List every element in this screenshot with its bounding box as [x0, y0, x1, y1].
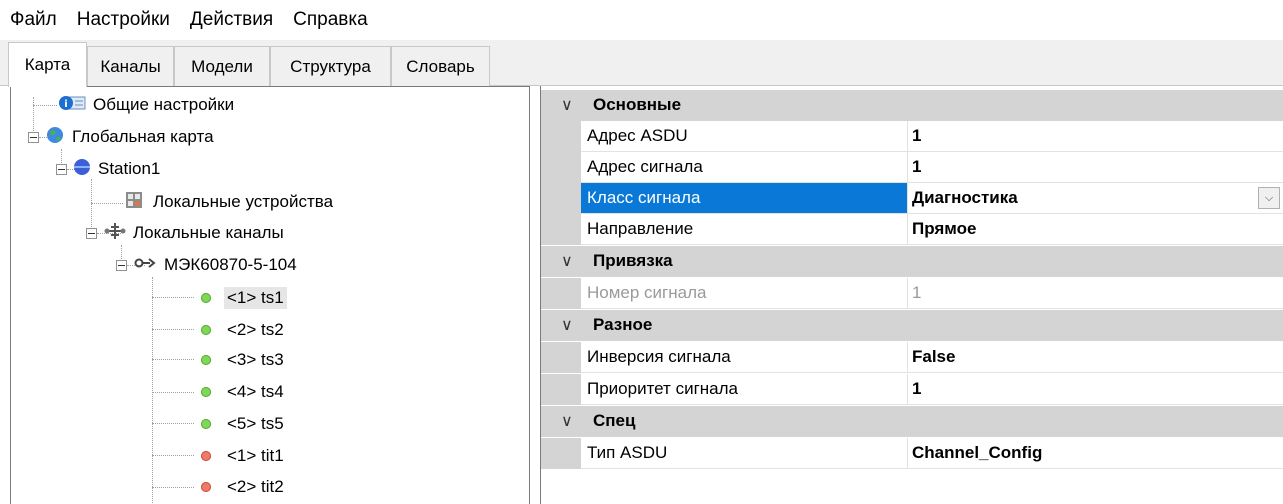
station-sphere-icon: [72, 157, 92, 182]
status-ok-icon: [201, 419, 211, 429]
property-name: Тип ASDU: [581, 438, 908, 469]
property-value[interactable]: 1: [908, 374, 1283, 405]
property-name: Адрес сигнала: [581, 152, 908, 183]
property-name: Направление: [581, 214, 908, 245]
tree-connector: [152, 487, 194, 488]
status-error-icon: [201, 482, 211, 492]
tree-item-signal[interactable]: <2> tit2: [201, 472, 284, 502]
property-name: Приоритет сигнала: [581, 374, 908, 405]
collapse-station-button[interactable]: [56, 164, 67, 175]
property-value[interactable]: False: [908, 342, 1283, 373]
chevron-down-icon[interactable]: ∨: [561, 315, 573, 335]
property-grid[interactable]: ∨ Основные Адрес ASDU 1 Адрес сигнала 1 …: [540, 86, 1283, 504]
property-value[interactable]: Channel_Config: [908, 438, 1283, 469]
tree-connector: [91, 203, 123, 204]
status-ok-icon: [201, 293, 211, 303]
property-row-direction[interactable]: Направление Прямое: [541, 214, 1283, 245]
tree-connector: [152, 392, 194, 393]
property-row-signal-number: Номер сигнала 1: [541, 278, 1283, 309]
property-name: Номер сигнала: [581, 278, 908, 309]
collapse-local-channels-button[interactable]: [86, 228, 97, 239]
property-value: 1: [908, 278, 1283, 309]
property-value: Диагностика: [912, 188, 1018, 207]
tree-connector: [33, 97, 34, 137]
tree-item-signal[interactable]: <3> ts3: [201, 345, 284, 375]
collapse-global-map-button[interactable]: [28, 132, 39, 143]
property-row-priority[interactable]: Приоритет сигнала 1: [541, 374, 1283, 405]
menu-help[interactable]: Справка: [293, 9, 368, 31]
category-main[interactable]: ∨ Основные: [541, 90, 1283, 121]
tree-item-local-channels[interactable]: Локальные каналы: [103, 218, 284, 248]
tree-item-signal[interactable]: <1> tit1: [201, 441, 284, 471]
chevron-down-icon[interactable]: ∨: [561, 411, 573, 431]
tree-item-global-map[interactable]: Глобальная карта: [44, 122, 214, 152]
status-ok-icon: [201, 387, 211, 397]
chevron-down-icon[interactable]: ∨: [561, 251, 573, 271]
status-ok-icon: [201, 355, 211, 365]
property-row-asdu-address[interactable]: Адрес ASDU 1: [541, 121, 1283, 152]
tree-item-protocol[interactable]: МЭК60870-5-104: [134, 250, 297, 280]
tab-models[interactable]: Модели: [174, 46, 270, 86]
signal-class-select[interactable]: Диагностика ⌵: [908, 183, 1283, 214]
tree-connector: [152, 277, 153, 504]
property-row-asdu-type[interactable]: Тип ASDU Channel_Config: [541, 438, 1283, 469]
tree-connector: [91, 179, 92, 233]
status-error-icon: [201, 451, 211, 461]
tree-item-signal[interactable]: <2> ts2: [201, 315, 284, 345]
category-binding[interactable]: ∨ Привязка: [541, 246, 1283, 277]
property-name: Класс сигнала: [581, 183, 908, 214]
tree-connector: [152, 455, 194, 456]
network-channels-icon: [103, 220, 127, 247]
svg-text:i: i: [64, 99, 67, 110]
property-value[interactable]: 1: [908, 152, 1283, 183]
protocol-link-icon: [134, 255, 158, 276]
tree-item-station[interactable]: Station1: [72, 154, 160, 184]
tree-view[interactable]: i Общие настройки Глобальная карта Stati…: [10, 86, 530, 504]
devices-icon: [123, 189, 147, 216]
property-row-signal-class[interactable]: Класс сигнала Диагностика ⌵: [541, 183, 1283, 214]
tree-item-signal[interactable]: <5> ts5: [201, 409, 284, 439]
category-misc[interactable]: ∨ Разное: [541, 310, 1283, 341]
tab-structure[interactable]: Структура: [270, 46, 391, 86]
tree-connector: [152, 359, 194, 360]
tab-channels[interactable]: Каналы: [87, 46, 174, 86]
chevron-down-icon[interactable]: ∨: [561, 95, 573, 115]
menu-settings[interactable]: Настройки: [77, 9, 170, 31]
menu-actions[interactable]: Действия: [190, 9, 273, 31]
property-row-inversion[interactable]: Инверсия сигнала False: [541, 342, 1283, 373]
status-ok-icon: [201, 325, 211, 335]
menu-bar: Файл Настройки Действия Справка: [0, 0, 1283, 40]
tree-item-local-devices[interactable]: Локальные устройства: [123, 187, 333, 217]
property-name: Инверсия сигнала: [581, 342, 908, 373]
menu-file[interactable]: Файл: [10, 9, 57, 31]
tree-connector: [33, 105, 57, 106]
tree-item-signal[interactable]: <4> ts4: [201, 377, 284, 407]
settings-info-icon: i: [57, 93, 87, 118]
chevron-down-icon[interactable]: ⌵: [1258, 187, 1280, 209]
tree-item-general-settings[interactable]: i Общие настройки: [57, 90, 234, 120]
tab-dictionary[interactable]: Словарь: [391, 46, 490, 86]
category-spec[interactable]: ∨ Спец: [541, 406, 1283, 437]
tree-connector: [152, 297, 194, 298]
collapse-protocol-button[interactable]: [116, 260, 127, 271]
tree-connector: [152, 423, 194, 424]
property-name: Адрес ASDU: [581, 121, 908, 152]
property-value[interactable]: Прямое: [908, 214, 1283, 245]
globe-icon: [44, 125, 66, 150]
tab-map[interactable]: Карта: [8, 42, 87, 87]
tree-connector: [152, 329, 194, 330]
tree-item-signal[interactable]: <1> ts1: [201, 283, 287, 313]
tab-strip: Карта Каналы Модели Структура Словарь: [0, 40, 1283, 87]
property-value[interactable]: 1: [908, 121, 1283, 152]
property-row-signal-address[interactable]: Адрес сигнала 1: [541, 152, 1283, 183]
